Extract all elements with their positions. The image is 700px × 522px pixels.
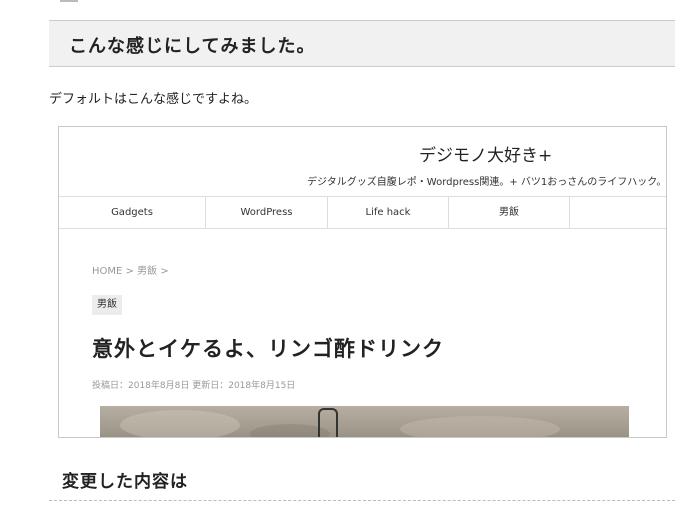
- featured-image: [100, 406, 629, 437]
- embedded-screenshot: デジモノ大好き+ デジタルグッズ自腹レポ・Wordpress関連。+ バツ1おっ…: [58, 126, 667, 438]
- subsection-heading: 変更した内容は: [62, 472, 188, 492]
- category-badge[interactable]: 男飯: [92, 295, 122, 315]
- top-divider: [60, 0, 78, 2]
- post-title: 意外とイケるよ、リンゴ酢ドリンク: [92, 337, 444, 361]
- breadcrumb[interactable]: HOME > 男飯 >: [92, 262, 169, 277]
- straw-shape: [318, 408, 338, 437]
- site-description: デジタルグッズ自腹レポ・Wordpress関連。+ バツ1おっさんのライフハック…: [307, 177, 667, 188]
- paragraph-text: デフォルトはこんな感じですよね。: [49, 92, 258, 107]
- subsection-divider: [49, 500, 675, 501]
- nav-item-life-hack[interactable]: Life hack: [328, 197, 449, 228]
- site-title[interactable]: デジモノ大好き+: [419, 141, 552, 166]
- nav-item-wordpress[interactable]: WordPress: [206, 197, 328, 228]
- post-dates: 投稿日：2018年8月8日 更新日：2018年8月15日: [92, 381, 296, 391]
- nav-item-gadgets[interactable]: Gadgets: [59, 197, 206, 228]
- section-heading-text: こんな感じにしてみました。: [69, 36, 316, 57]
- section-heading: こんな感じにしてみました。: [49, 20, 675, 67]
- nav-bar: Gadgets WordPress Life hack 男飯: [59, 196, 666, 229]
- nav-item-mens-cooking[interactable]: 男飯: [449, 197, 570, 228]
